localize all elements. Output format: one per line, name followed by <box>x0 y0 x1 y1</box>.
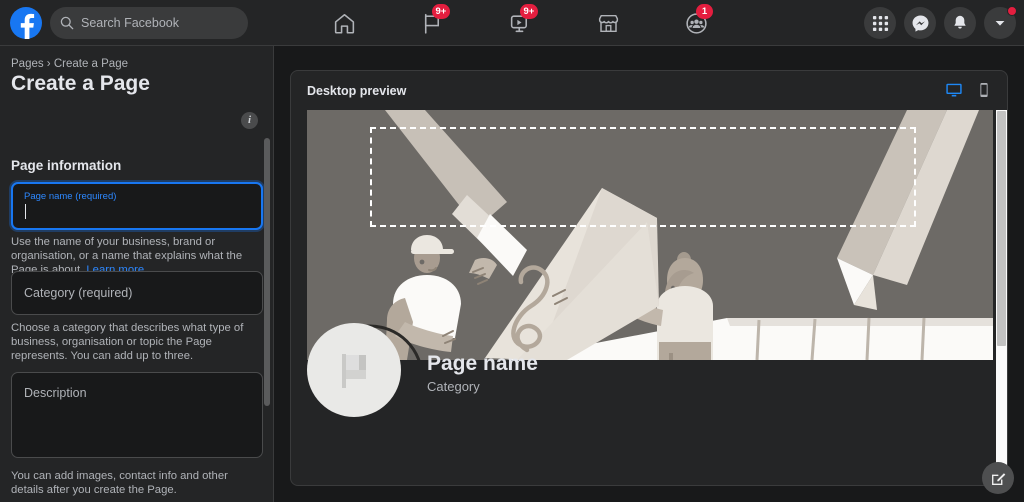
nav-home-button[interactable] <box>318 2 370 44</box>
preview-title: Desktop preview <box>307 83 407 98</box>
nav-marketplace-button[interactable] <box>582 2 634 44</box>
messenger-icon <box>912 15 928 32</box>
desktop-preview-toggle[interactable] <box>945 81 963 99</box>
facebook-logo[interactable] <box>10 6 42 39</box>
nav-left-group: Search Facebook <box>0 6 248 39</box>
cover-photo-preview[interactable] <box>307 110 993 360</box>
category-input[interactable]: Category (required) <box>11 271 263 315</box>
preview-category: Category <box>427 379 480 394</box>
page-name-label: Page name (required) <box>24 191 117 202</box>
notifications-button[interactable] <box>944 7 976 39</box>
account-alert-dot <box>1007 6 1017 16</box>
preview-page-name: Page name <box>427 352 538 375</box>
preview-scrollbar[interactable] <box>996 110 1007 485</box>
nav-pages-badge: 9+ <box>432 4 450 19</box>
search-placeholder: Search Facebook <box>81 15 179 30</box>
avatar[interactable] <box>307 323 401 417</box>
breadcrumb[interactable]: Pages › Create a Page <box>11 58 128 70</box>
mobile-phone-icon <box>980 82 988 98</box>
flag-placeholder-icon <box>342 354 366 388</box>
info-icon[interactable]: i <box>241 112 258 129</box>
preview-area: Desktop preview Page name Category <box>274 46 1024 502</box>
create-page-sidebar: Pages › Create a Page Create a Page i Pa… <box>0 46 274 502</box>
edit-button[interactable] <box>982 462 1014 494</box>
menu-button[interactable] <box>864 7 896 39</box>
grid-menu-icon <box>872 15 888 31</box>
edit-pencil-icon <box>991 472 1005 485</box>
description-label: Description <box>24 386 87 400</box>
home-icon <box>334 13 354 34</box>
page-identity: Page name Category <box>427 352 538 394</box>
preview-header: Desktop preview <box>291 71 1007 110</box>
mobile-preview-toggle[interactable] <box>975 81 993 99</box>
nav-center-group: 9+ 9+ 1 <box>300 0 740 46</box>
preview-card: Desktop preview Page name Category <box>290 70 1008 486</box>
nav-watch-badge: 9+ <box>520 4 538 19</box>
nav-watch-button[interactable]: 9+ <box>494 2 546 44</box>
sidebar-scrollbar[interactable] <box>264 138 270 406</box>
category-help-text: Choose a category that describes what ty… <box>11 322 244 362</box>
nav-groups-button[interactable]: 1 <box>670 2 722 44</box>
text-cursor <box>25 204 26 219</box>
bell-icon <box>954 15 966 29</box>
messenger-button[interactable] <box>904 7 936 39</box>
search-icon <box>60 16 74 29</box>
account-button[interactable] <box>984 6 1017 39</box>
search-input[interactable]: Search Facebook <box>50 6 248 39</box>
preview-toggle-group <box>945 81 993 99</box>
preview-scrollbar-thumb[interactable] <box>997 111 1006 346</box>
section-label-page-information: Page information <box>11 158 122 173</box>
category-label: Category (required) <box>24 286 133 300</box>
description-help-text: You can add images, contact info and oth… <box>11 470 228 496</box>
cover-illustration <box>307 110 993 360</box>
store-icon <box>598 14 618 32</box>
page-name-input[interactable]: Page name (required) <box>11 182 263 230</box>
nav-pages-button[interactable]: 9+ <box>406 2 458 44</box>
nav-groups-badge: 1 <box>696 4 713 19</box>
desktop-monitor-icon <box>946 83 962 97</box>
page-title: Create a Page <box>11 72 150 95</box>
top-navigation-bar: Search Facebook 9+ 9+ 1 <box>0 0 1024 46</box>
description-input[interactable]: Description <box>11 372 263 458</box>
nav-right-group <box>864 0 1017 46</box>
chevron-down-icon <box>995 21 1005 26</box>
